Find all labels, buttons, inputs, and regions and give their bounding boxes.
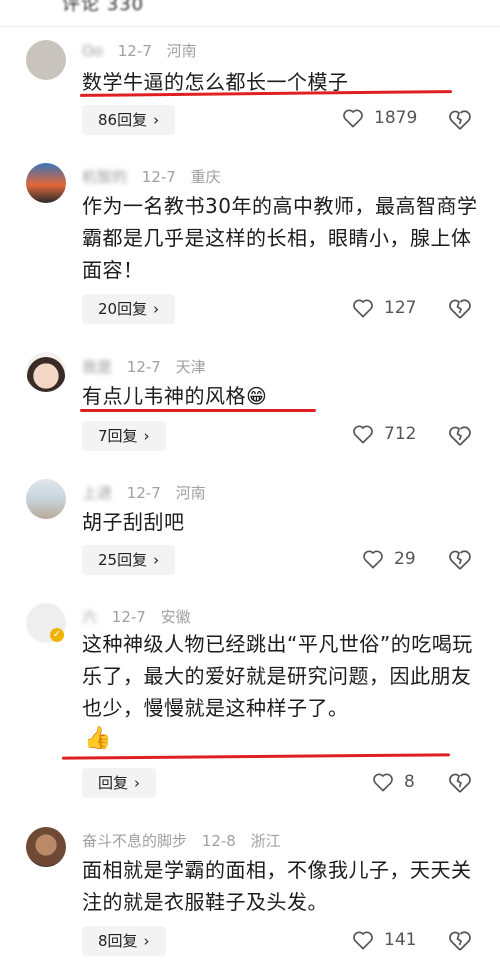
comment-date: 12-7 — [126, 484, 161, 502]
comment-meta: 机智的 12-7 重庆 — [82, 166, 221, 187]
heart-outline-icon — [353, 425, 373, 444]
comment-location: 河南 — [175, 484, 206, 502]
red-underline — [61, 753, 451, 760]
reply-button[interactable]: 回复 › — [82, 768, 157, 798]
avatar[interactable] — [26, 352, 66, 392]
like-button[interactable]: 29 — [362, 549, 416, 569]
comment-date: 12-8 — [201, 832, 236, 850]
avatar[interactable] — [26, 163, 66, 203]
comment-date: 12-7 — [111, 608, 146, 626]
reply-label: 7回复 — [98, 427, 138, 445]
like-count: 1879 — [374, 108, 418, 128]
comment-username[interactable]: 上进 — [82, 482, 112, 503]
comment-location: 浙江 — [250, 832, 281, 850]
chevron-right-icon: › — [153, 111, 160, 129]
heart-outline-icon — [363, 550, 383, 569]
avatar[interactable] — [26, 827, 66, 867]
heart-outline-icon — [353, 931, 373, 950]
comment-username[interactable]: 机智的 — [82, 166, 127, 187]
heart-outline-icon — [353, 299, 373, 318]
like-button[interactable]: 1879 — [342, 108, 417, 128]
comment-username[interactable]: 奋斗不息的脚步 — [82, 830, 187, 851]
reply-button[interactable]: 7回复 › — [82, 421, 166, 451]
comment-text: 胡子刮刮吧 — [82, 510, 185, 534]
comment-date: 12-7 — [141, 168, 176, 186]
chevron-right-icon: › — [153, 300, 160, 318]
comment-text: 面相就是学霸的面相，不像我儿子，天天关注的就是衣服鞋子及头发。 — [82, 858, 472, 914]
chevron-right-icon: › — [143, 427, 150, 445]
thumbs-up-emoji: 👍 — [84, 726, 112, 751]
comment-username[interactable]: 我是 — [82, 356, 112, 377]
like-button[interactable]: 127 — [352, 298, 416, 318]
like-button[interactable]: 712 — [352, 424, 416, 444]
chevron-right-icon: › — [153, 551, 160, 569]
heart-outline-icon — [343, 109, 363, 128]
reply-label: 25回复 — [98, 551, 148, 569]
reply-button[interactable]: 8回复 › — [82, 926, 166, 956]
reply-button[interactable]: 20回复 › — [82, 294, 176, 324]
reply-button[interactable]: 25回复 › — [82, 545, 176, 575]
avatar[interactable] — [26, 40, 66, 80]
reply-label: 8回复 — [98, 932, 138, 950]
comment-meta: Oo 12-7 河南 — [82, 40, 197, 61]
comments-header-title: 评论 330 — [62, 0, 145, 15]
like-button[interactable]: 8 — [372, 772, 415, 792]
like-count: 127 — [384, 298, 417, 318]
header-divider — [0, 26, 500, 27]
red-underline — [80, 409, 316, 412]
like-count: 141 — [384, 930, 417, 950]
comment-location: 河南 — [166, 42, 197, 60]
reply-label: 20回复 — [98, 300, 148, 318]
comment-meta: 上进 12-7 河南 — [82, 482, 206, 503]
comment-date: 12-7 — [126, 358, 161, 376]
comment-meta: 六 12-7 安徽 — [82, 606, 191, 627]
like-count: 712 — [384, 424, 417, 444]
broken-heart-icon[interactable] — [448, 424, 472, 448]
broken-heart-icon[interactable] — [448, 548, 472, 572]
comment-text: 作为一名教书30年的高中教师，最高智商学霸都是几乎是这样的长相，眼睛小，腺上体面… — [82, 194, 478, 282]
comment-meta: 我是 12-7 天津 — [82, 356, 206, 377]
comment-location: 天津 — [175, 358, 206, 376]
verified-badge-icon: ✓ — [50, 628, 64, 642]
reply-button[interactable]: 86回复 › — [82, 105, 176, 135]
comment-username[interactable]: Oo — [82, 42, 103, 60]
like-button[interactable]: 141 — [352, 930, 416, 950]
chevron-right-icon: › — [143, 932, 150, 950]
like-count: 8 — [404, 772, 415, 792]
chevron-right-icon: › — [134, 774, 141, 792]
comment-username[interactable]: 六 — [82, 606, 97, 627]
broken-heart-icon[interactable] — [448, 297, 472, 321]
comment-location: 安徽 — [160, 608, 191, 626]
comment-location: 重庆 — [190, 168, 221, 186]
like-count: 29 — [394, 549, 416, 569]
comment-date: 12-7 — [117, 42, 152, 60]
comment-meta: 奋斗不息的脚步 12-8 浙江 — [82, 830, 281, 851]
broken-heart-icon[interactable] — [448, 929, 472, 953]
broken-heart-icon[interactable] — [448, 108, 472, 132]
heart-outline-icon — [373, 773, 393, 792]
avatar[interactable] — [26, 479, 66, 519]
comment-text: 有点儿韦神的风格😁 — [82, 384, 268, 408]
broken-heart-icon[interactable] — [448, 771, 472, 795]
reply-label: 86回复 — [98, 111, 148, 129]
comment-text: 这种神级人物已经跳出“平凡世俗”的吃喝玩乐了，最大的爱好就是研究问题，因此朋友也… — [82, 632, 473, 720]
reply-label: 回复 — [98, 774, 129, 792]
